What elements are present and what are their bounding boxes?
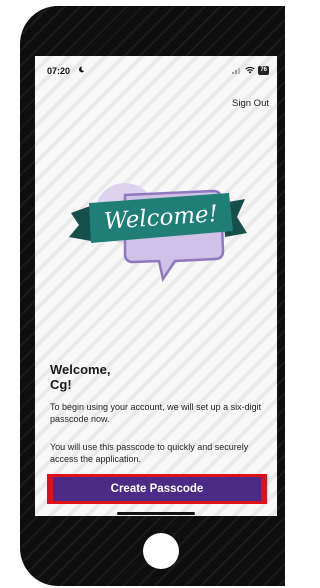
passcode-info-paragraph: You will use this passcode to quickly an… [50, 442, 249, 464]
home-button[interactable] [143, 533, 179, 569]
welcome-heading: Welcome, Cg! [50, 362, 250, 392]
sign-out-link[interactable]: Sign Out [232, 98, 269, 109]
welcome-illustration: Welcome! [69, 183, 247, 283]
home-indicator [117, 512, 195, 515]
status-bar: 07:20 76 [35, 56, 277, 78]
signal-icon [232, 68, 241, 74]
wifi-icon [245, 67, 255, 74]
welcome-heading-line1: Welcome, [50, 362, 111, 377]
cta-highlight-frame: Create Passcode [47, 474, 267, 504]
battery-indicator: 76 [258, 65, 269, 75]
status-time: 07:20 [47, 66, 71, 76]
welcome-heading-name: Cg! [50, 377, 72, 392]
moon-icon [79, 66, 85, 73]
status-icons: 76 [232, 65, 269, 75]
app-screen: 07:20 76 Sign Out Welcome! Welcome, Cg! … [35, 56, 277, 516]
create-passcode-button[interactable]: Create Passcode [53, 477, 261, 501]
intro-paragraph: To begin using your account, we will set… [50, 402, 262, 424]
